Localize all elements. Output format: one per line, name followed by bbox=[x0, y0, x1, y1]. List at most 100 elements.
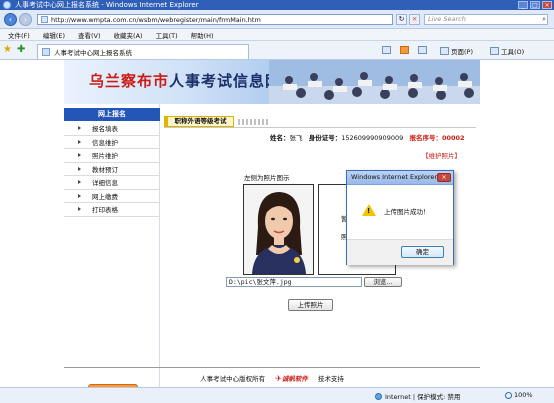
menu-favorites[interactable]: 收藏夹(A) bbox=[114, 30, 143, 40]
zone-text: Internet | 保护模式: 禁用 bbox=[385, 393, 461, 401]
id-label: 身份证号： bbox=[308, 134, 342, 142]
window-title: 人事考试中心网上报名系统 - Windows Internet Explorer bbox=[15, 1, 199, 9]
sidebar-item-textbook-order[interactable]: 教材预订 bbox=[64, 163, 160, 176]
sidebar-item-label: 报名填表 bbox=[92, 125, 118, 134]
seq-value: 00002 bbox=[441, 134, 465, 142]
maximize-button[interactable]: □ bbox=[530, 1, 540, 9]
name-label: 姓名： bbox=[270, 134, 290, 142]
tab-page-icon bbox=[42, 48, 50, 56]
refresh-button[interactable]: ↻ bbox=[396, 14, 407, 25]
ok-button[interactable]: 确定 bbox=[401, 246, 444, 258]
site-title-city: 乌兰察布市 bbox=[89, 72, 170, 90]
dialog-body: ! 上传图片成功！ bbox=[347, 185, 453, 240]
window-title-bar: 人事考试中心网上报名系统 - Windows Internet Explorer… bbox=[0, 0, 554, 10]
globe-icon bbox=[375, 392, 382, 400]
sidebar-item-print-form[interactable]: 打印表格 bbox=[64, 203, 160, 217]
print-button[interactable] bbox=[418, 46, 427, 54]
vendor-logo-text: 诚帆软件 bbox=[281, 374, 308, 383]
menu-edit[interactable]: 编辑(E) bbox=[43, 30, 65, 40]
sidebar-item-info-maintenance[interactable]: 信息维护 bbox=[64, 136, 160, 149]
id-value: 152609990909009 bbox=[341, 134, 404, 142]
favorites-bar: ★ ✚ 人事考试中心网上报名系统 页面(P) 工具(O) bbox=[0, 41, 554, 60]
home-button[interactable] bbox=[382, 46, 391, 54]
page-menu-label: 页面(P) bbox=[451, 48, 473, 56]
page-menu[interactable]: 页面(P) bbox=[440, 46, 473, 56]
site-banner: 乌兰察布市人事考试信息网 bbox=[64, 60, 480, 104]
dialog-title-bar: Windows Internet Explorer × bbox=[347, 171, 453, 185]
sidebar-item-online-payment[interactable]: 网上缴费 bbox=[64, 190, 160, 203]
minimize-button[interactable]: _ bbox=[518, 1, 528, 9]
page-viewport: 乌兰察布市人事考试信息网 网上报名 报名填表 信息维护 照片维护 教材预订 详细… bbox=[0, 60, 554, 397]
arrow-right-icon bbox=[78, 126, 81, 131]
dialog-footer: 确定 bbox=[347, 239, 453, 265]
site-title-rest: 人事考试信息网 bbox=[169, 72, 282, 90]
arrow-right-icon bbox=[78, 166, 81, 171]
ie-logo-icon bbox=[3, 1, 11, 9]
sidebar-item-label: 打印表格 bbox=[92, 206, 118, 215]
sidebar: 网上报名 报名填表 信息维护 照片维护 教材预订 详细信息 网上缴费 打印表格 … bbox=[64, 104, 160, 397]
photo-example-label: 左侧为照片图示 bbox=[244, 174, 290, 182]
stop-button[interactable]: × bbox=[409, 14, 420, 25]
home-icon bbox=[382, 46, 391, 54]
sidebar-item-details[interactable]: 详细信息 bbox=[64, 176, 160, 190]
upload-photo-button[interactable]: 上传照片 bbox=[288, 299, 333, 311]
sidebar-item-label: 详细信息 bbox=[92, 179, 118, 188]
menu-view[interactable]: 查看(V) bbox=[78, 30, 101, 40]
exam-tab[interactable]: 职称外语等级考试 bbox=[164, 116, 234, 127]
dialog-message: 上传图片成功！ bbox=[384, 208, 430, 216]
page-footer: 人事考试中心版权所有 ✈诚帆软件 技术支持 bbox=[64, 367, 480, 387]
site-title: 乌兰察布市人事考试信息网 bbox=[89, 70, 281, 91]
maintain-photo-link[interactable]: 【维护照片】 bbox=[422, 150, 461, 160]
back-button[interactable]: ‹ bbox=[4, 13, 17, 26]
tab-label: 人事考试中心网上报名系统 bbox=[54, 49, 132, 57]
tools-menu[interactable]: 工具(O) bbox=[490, 46, 524, 56]
forward-button[interactable]: › bbox=[19, 13, 32, 26]
tech-support-text: 技术支持 bbox=[317, 374, 344, 383]
candidate-info: 姓名：张飞 身份证号：152609990909009 报名序号：00002 bbox=[270, 132, 465, 142]
dialog-close-button[interactable]: × bbox=[437, 173, 451, 182]
url-field[interactable]: http://www.wmpta.com.cn/wsbm/webregister… bbox=[37, 14, 393, 25]
security-zone[interactable]: Internet | 保护模式: 禁用 bbox=[375, 391, 460, 401]
zoom-control[interactable]: 100% bbox=[505, 391, 533, 399]
add-favorites-icon[interactable]: ✚ bbox=[17, 45, 25, 55]
feeds-button[interactable] bbox=[400, 46, 409, 54]
sidebar-item-registration-form[interactable]: 报名填表 bbox=[64, 122, 160, 136]
gear-icon bbox=[490, 47, 499, 55]
alert-dialog: Windows Internet Explorer × ! 上传图片成功！ 确定 bbox=[346, 170, 454, 265]
page-menu-icon bbox=[440, 47, 449, 55]
vendor-logo: ✈诚帆软件 bbox=[275, 373, 308, 383]
sidebar-item-label: 网上缴费 bbox=[92, 192, 118, 201]
warning-icon-mark: ! bbox=[367, 207, 371, 215]
menu-tools[interactable]: 工具(T) bbox=[156, 30, 178, 40]
tab-divider bbox=[164, 127, 476, 128]
portrait-image bbox=[244, 185, 313, 274]
sidebar-item-label: 信息维护 bbox=[92, 138, 118, 147]
tools-menu-label: 工具(O) bbox=[501, 48, 525, 56]
sidebar-header: 网上报名 bbox=[64, 108, 160, 121]
arrow-right-icon bbox=[78, 180, 81, 185]
window-controls: _ □ × bbox=[518, 1, 552, 9]
file-path-field[interactable]: D:\pic\张文萍.jpg bbox=[226, 277, 362, 287]
browser-tab[interactable]: 人事考试中心网上报名系统 bbox=[37, 44, 249, 59]
sidebar-menu: 报名填表 信息维护 照片维护 教材预订 详细信息 网上缴费 打印表格 bbox=[64, 122, 160, 217]
menu-help[interactable]: 帮助(H) bbox=[191, 30, 214, 40]
search-icon[interactable]: ⌕ bbox=[542, 15, 546, 24]
sidebar-item-photo-maintenance[interactable]: 照片维护 bbox=[64, 149, 160, 163]
status-bar: Internet | 保护模式: 禁用 100% bbox=[0, 387, 554, 403]
arrow-right-icon bbox=[78, 193, 81, 198]
zoom-icon bbox=[505, 391, 512, 399]
sidebar-item-label: 教材预订 bbox=[92, 165, 118, 174]
search-input[interactable]: Live Search ⌕ bbox=[424, 14, 548, 25]
browse-button[interactable]: 浏览... bbox=[364, 277, 402, 287]
address-bar: ‹ › http://www.wmpta.com.cn/wsbm/webregi… bbox=[0, 10, 554, 29]
url-text: http://www.wmpta.com.cn/wsbm/webregister… bbox=[51, 15, 261, 24]
name-value: 张飞 bbox=[289, 134, 303, 142]
arrow-right-icon bbox=[78, 207, 81, 212]
seq-label: 报名序号： bbox=[409, 134, 442, 142]
menu-file[interactable]: 文件(F) bbox=[8, 30, 30, 40]
tab-decoration bbox=[238, 119, 268, 125]
favorites-star-icon[interactable]: ★ bbox=[3, 45, 12, 55]
page-icon bbox=[41, 16, 48, 23]
window-close-button[interactable]: × bbox=[542, 1, 552, 9]
print-icon bbox=[418, 46, 427, 54]
